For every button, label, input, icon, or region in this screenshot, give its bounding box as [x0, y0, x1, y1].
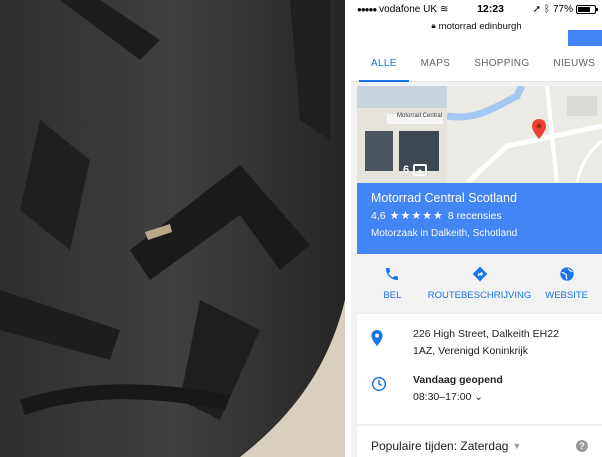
shop-sign-text: Motorrad Central — [397, 113, 443, 119]
globe-icon — [559, 267, 574, 281]
business-header: Motorrad Central Scotland 4,6 ★★★★★ 8 re… — [357, 183, 602, 254]
map-pin-icon — [532, 119, 546, 139]
phone-icon — [386, 268, 399, 280]
status-bar: ●●●●● vodafone UK ≋ 12:23 ➚ ᛒ 77% — [351, 0, 602, 18]
clock: 12:23 — [477, 3, 504, 15]
location-pin-icon — [371, 330, 383, 346]
business-photo[interactable]: Motorrad Central 6 — [357, 86, 447, 183]
tab-alle[interactable]: ALLE — [359, 46, 409, 82]
signal-icon: ●●●●● — [357, 4, 377, 14]
search-row — [351, 30, 602, 46]
photo-count[interactable]: 6 — [403, 164, 428, 176]
screenshot-root: ●●●●● vodafone UK ≋ 12:23 ➚ ᛒ 77% 🔒︎ mot… — [0, 0, 602, 457]
address-row[interactable]: 226 High Street, Dalkeith EH22 1AZ, Vere… — [357, 314, 602, 360]
popular-times-title: Populaire tijden: Zaterdag — [371, 439, 509, 453]
tire-illustration — [0, 0, 345, 457]
rating-value: 4,6 — [371, 209, 386, 222]
info-card: 226 High Street, Dalkeith EH22 1AZ, Vere… — [357, 314, 602, 424]
action-bar: BEL ROUTEBESCHRIJVING WEBSITE — [357, 254, 602, 314]
tab-nieuws[interactable]: NIEUWS — [541, 46, 602, 82]
bluetooth-icon: ᛒ — [543, 3, 550, 15]
help-icon[interactable]: ? — [576, 440, 588, 452]
map-thumbnail[interactable] — [447, 86, 602, 183]
caret-down-icon: ▼ — [512, 441, 522, 451]
search-tabs: ALLE MAPS SHOPPING NIEUWS — [351, 46, 602, 82]
hours-status: Vandaag geopend — [413, 374, 503, 386]
url-bar[interactable]: 🔒︎ motorrad edinburgh — [351, 18, 602, 34]
photo-gallery-icon — [413, 164, 428, 176]
business-card: Motorrad Central 6 Motorrad Central Scot… — [357, 86, 602, 314]
url-text: motorrad edinburgh — [438, 20, 522, 32]
chevron-down-icon[interactable]: ⌄ — [474, 392, 482, 403]
business-category: Motorzaak in Dalkeith, Schotland — [371, 228, 518, 239]
directions-icon — [472, 266, 487, 282]
review-count: 8 recensies — [447, 209, 502, 222]
battery-percent: 77% — [552, 3, 573, 15]
carrier-label: vodafone UK — [379, 3, 437, 15]
lock-icon: 🔒︎ — [431, 21, 436, 30]
address-line-2: 1AZ, Verenigd Koninkrijk — [413, 345, 528, 357]
website-button[interactable]: WEBSITE — [531, 254, 602, 313]
rating-row[interactable]: 4,6 ★★★★★ 8 recensies — [371, 209, 588, 223]
location-arrow-icon: ➚ — [532, 3, 541, 15]
tab-shopping[interactable]: SHOPPING — [462, 46, 541, 82]
search-button[interactable] — [568, 30, 602, 46]
popular-times-card: Populaire tijden: Zaterdag ▼ ? — [357, 426, 602, 457]
address-line-1: 226 High Street, Dalkeith EH22 — [413, 328, 559, 340]
tab-maps[interactable]: MAPS — [409, 46, 463, 82]
directions-button[interactable]: ROUTEBESCHRIJVING — [428, 254, 531, 313]
battery-icon — [576, 4, 598, 14]
wifi-icon: ≋ — [440, 3, 449, 15]
hours-row[interactable]: Vandaag geopend 08:30–17:00 ⌄ — [357, 360, 602, 406]
hours-times: 08:30–17:00 — [413, 391, 472, 403]
business-name: Motorrad Central Scotland — [371, 191, 517, 205]
clock-icon — [371, 376, 387, 392]
call-button[interactable]: BEL — [357, 254, 428, 313]
phone-screen: ●●●●● vodafone UK ≋ 12:23 ➚ ᛒ 77% 🔒︎ mot… — [351, 0, 602, 457]
star-rating-icon: ★★★★★ — [389, 210, 444, 222]
tire-photo — [0, 0, 345, 457]
